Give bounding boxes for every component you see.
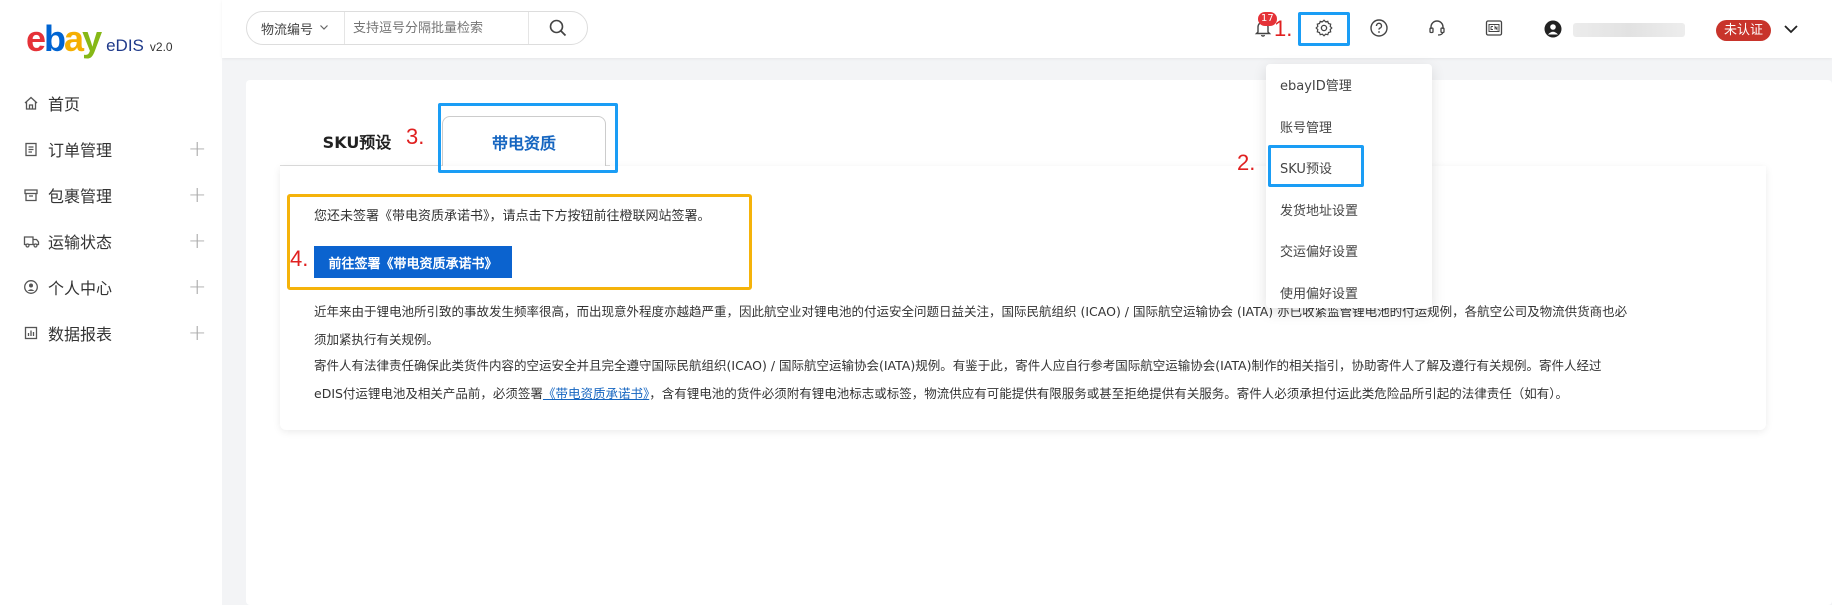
status-badge[interactable]: 未认证 [1716,20,1772,41]
sidebar-item-personal-center[interactable]: 个人中心 + [0,264,222,310]
sidebar-item-label: 数据报表 [48,325,113,344]
search-icon [549,19,567,37]
logo-letter: a [64,18,84,59]
sidebar-item-label: 包裹管理 [48,187,113,206]
paragraph-line: 寄件人有法律责任确保此类货件内容的空运安全并且完全遵守国际民航组织(ICAO) … [314,358,1602,373]
expand-icon[interactable]: + [188,137,206,162]
user-name-redacted [1573,23,1685,37]
expand-icon[interactable]: + [188,183,206,208]
package-icon [22,186,40,204]
paragraph-text: eDIS付运锂电池及相关产品前，必须签署 [314,386,543,401]
commitment-letter-link[interactable]: 《带电资质承诺书》 [543,386,649,401]
truck-icon [22,232,40,250]
paragraph-line: 近年来由于锂电池所引致的事故发生频率很高，而出现意外程度亦越趋严重，因此航空业对… [314,304,1628,319]
user-menu-toggle[interactable] [1780,18,1802,40]
annotation-step-4: 4. [290,246,309,271]
battery-policy-paragraph-2: 寄件人有法律责任确保此类货件内容的空运安全并且完全遵守国际民航组织(ICAO) … [314,352,1764,408]
search-button[interactable] [529,12,587,44]
expand-icon[interactable]: + [188,229,206,254]
gear-icon [1315,19,1333,37]
highlight-box-sku-preset [1268,145,1364,187]
sidebar: e b a y eDIS v2.0 首页 订单管理 + 包裹管理 + 运输状态 … [0,0,222,605]
menu-item-usage-pref[interactable]: 使用偏好设置 [1266,272,1432,314]
question-circle-icon [1370,19,1388,37]
language-button[interactable] [1483,17,1505,39]
logo-letter: b [44,18,66,59]
sidebar-item-shipping-status[interactable]: 运输状态 + [0,218,222,264]
sidebar-item-orders[interactable]: 订单管理 + [0,126,222,172]
annotation-step-1: 1. [1274,16,1293,41]
sidebar-item-label: 订单管理 [48,141,113,160]
expand-icon[interactable]: + [188,321,206,346]
help-button[interactable] [1368,17,1390,39]
battery-policy-paragraph-1: 近年来由于锂电池所引致的事故发生频率很高，而出现意外程度亦越趋严重，因此航空业对… [314,298,1764,354]
sidebar-item-label: 首页 [48,95,81,114]
expand-icon[interactable]: + [188,275,206,300]
user-icon [1544,20,1562,38]
home-icon [22,94,40,112]
search-type-select[interactable]: 物流编号 [247,12,345,44]
search-type-label: 物流编号 [261,22,314,38]
ebay-edis-logo[interactable]: e b a y eDIS v2.0 [26,18,173,62]
clipboard-icon [22,140,40,158]
sign-commitment-button[interactable]: 前往签署《带电资质承诺书》 [314,246,512,278]
sidebar-item-home[interactable]: 首页 [0,80,222,126]
sidebar-item-label: 个人中心 [48,279,113,298]
paragraph-line: eDIS付运锂电池及相关产品前，必须签署《带电资质承诺书》，含有锂电池的货件必须… [314,380,1764,408]
version-label: v2.0 [149,40,173,54]
logo-letter: y [82,18,102,59]
sidebar-item-label: 运输状态 [48,233,113,252]
language-cn-icon [1485,20,1503,36]
chart-icon [22,324,40,342]
paragraph-line: 须加紧执行有关规例。 [314,332,440,347]
annotation-step-2: 2. [1237,150,1256,175]
annotation-step-3: 3. [406,124,425,149]
sidebar-nav: 首页 订单管理 + 包裹管理 + 运输状态 + 个人中心 + 数据报表 + [0,80,222,356]
chevron-down-icon [319,22,329,35]
user-avatar[interactable] [1543,19,1563,39]
support-button[interactable] [1426,17,1448,39]
menu-item-handover-pref[interactable]: 交运偏好设置 [1266,230,1432,272]
user-circle-icon [22,278,40,296]
sidebar-item-reports[interactable]: 数据报表 + [0,310,222,356]
headset-icon [1429,20,1445,36]
sidebar-item-packages[interactable]: 包裹管理 + [0,172,222,218]
menu-item-account[interactable]: 账号管理 [1266,106,1432,148]
unsigned-notice: 您还未签署《带电资质承诺书》，请点击下方按钮前往橙联网站签署。 [314,209,711,224]
search-bar: 物流编号 [246,11,588,45]
chevron-down-icon [1784,25,1798,34]
menu-item-ebayid[interactable]: ebayID管理 [1266,64,1432,106]
logo-letter: e [26,18,46,59]
menu-item-ship-address[interactable]: 发货地址设置 [1266,189,1432,231]
highlight-box-tab [438,103,618,173]
product-name: eDIS [106,36,144,55]
search-input[interactable] [345,12,529,44]
settings-button[interactable] [1313,17,1335,39]
paragraph-text: ，含有锂电池的货件必须附有锂电池标志或标签，物流供应有可能提供有限服务或甚至拒绝… [649,386,1568,401]
